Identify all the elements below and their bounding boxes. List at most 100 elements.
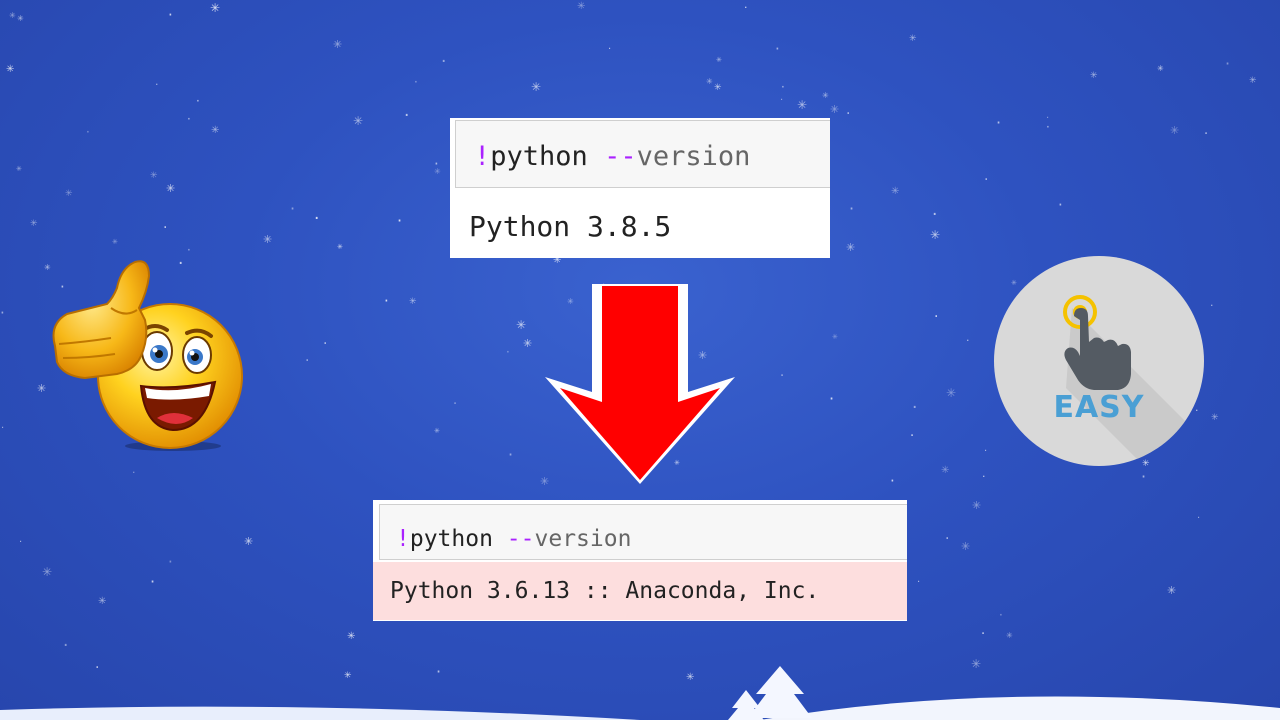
pine-tree-icon [728,666,812,720]
snowflake-icon: ✳ [941,465,950,476]
snowflake-icon: · [506,345,510,359]
snowflake-icon: · [846,106,851,122]
snowflake-icon: ✳ [263,233,273,246]
snowflake-icon: · [384,292,389,310]
snowflake-icon: · [1058,196,1063,214]
snowflake-icon: ✳ [714,83,722,93]
snowflake-icon: ✳ [333,38,343,51]
snowflake-icon: ✳ [409,297,417,307]
snowflake-icon: ✳ [65,189,73,199]
code-output-bottom-text: Python 3.6.13 :: Anaconda, Inc. [390,578,820,604]
snowflake-icon: · [775,40,780,58]
snowflake-icon: · [934,309,939,325]
snowflake-icon: · [744,1,748,14]
code-input-bottom[interactable]: !python --version [379,504,907,560]
snowflake-icon: · [19,537,23,548]
snowflake-icon: ✳ [1211,413,1219,423]
snowflake-icon: ✳ [9,11,16,20]
snowflake-icon: ✳ [6,64,15,75]
snowflake-icon: · [966,334,970,347]
snowflake-icon: · [999,608,1003,622]
snowflake-icon: · [917,577,921,588]
snowflake-icon: · [890,472,895,490]
snowflake-icon: · [187,243,191,257]
snowflake-icon: · [414,75,418,89]
snowflake-icon: · [945,531,950,547]
snowflake-icon: ✳ [16,165,22,173]
snowflake-icon: · [912,398,918,418]
code-output-bottom: Python 3.6.13 :: Anaconda, Inc. [373,562,907,620]
snowflake-icon: ✳ [347,631,356,642]
snowflake-icon: · [849,199,855,218]
code-text-bottom: !python --version [396,526,632,552]
snowflake-icon: · [163,220,168,236]
snowflake-icon: ✳ [30,219,38,229]
snowflake-icon: ✳ [516,318,527,332]
snowflake-icon: · [780,369,785,384]
snowflake-icon: ✳ [244,535,254,548]
notebook-cell-top: !python --version Python 3.8.5 [450,118,830,258]
snowflake-icon: ✳ [1006,631,1013,640]
snowflake-icon: ✳ [353,114,364,128]
snowflake-icon: ✳ [1157,64,1164,73]
snowflake-icon: ✳ [716,56,722,64]
snowflake-icon: ✳ [706,77,713,86]
snowflake-icon: · [1225,54,1231,73]
snowflake-icon: ✳ [150,171,158,181]
snowflake-icon: · [910,429,915,444]
snowflake-icon: · [168,553,173,571]
snowflake-icon: · [1197,513,1201,524]
snowflake-icon: ✳ [832,333,838,341]
snowflake-icon: · [441,52,447,72]
snowflake-icon: · [780,95,784,106]
snowflake-icon: · [982,470,986,483]
snowflake-icon: ✳ [434,427,440,435]
snowflake-icon: ✳ [211,125,220,136]
snowflake-icon: ✳ [17,14,24,23]
easy-badge: EASY [994,256,1204,466]
snowflake-icon: · [608,44,612,55]
snowflake-icon: · [829,389,835,408]
snowflake-icon: · [984,172,989,188]
snowflake-icon: · [132,466,136,479]
notebook-cell-bottom: !python --version Python 3.6.13 :: Anaco… [373,500,907,621]
snowflake-icon: · [1204,127,1209,142]
snowflake-icon: ✳ [210,1,221,15]
snowflake-icon: ✳ [930,228,941,242]
snowflake-icon: ✳ [523,337,533,350]
snowflake-icon: · [150,572,156,591]
snowflake-icon: ✳ [891,186,900,197]
snowflake-icon: · [63,636,69,656]
snowflake-icon: ✳ [822,91,829,100]
code-input-top[interactable]: !python --version [455,120,830,188]
snowflake-icon: ✳ [531,80,542,94]
down-arrow-icon [545,284,735,484]
snowflake-icon: · [196,94,200,108]
snowflake-icon: ✳ [98,596,107,607]
snowflake-icon: ✳ [961,540,971,553]
snowflake-icon: ✳ [1170,124,1180,137]
snowflake-icon: · [984,446,988,457]
tap-hand-icon [1063,295,1204,466]
snowflake-icon: · [508,445,514,464]
snowflake-icon: · [0,304,5,322]
snowflake-icon: ✳ [830,103,840,116]
snowflake-icon: ✳ [1090,71,1098,81]
thumbs-up-smiley-icon [52,260,243,451]
snowflake-icon: ✳ [42,565,53,579]
snowflake-icon: · [1,423,5,434]
snowflake-icon: · [404,106,410,126]
snowflake-icon: · [781,80,785,94]
easy-label: EASY [1053,390,1145,425]
snowflake-icon: ✳ [909,34,917,44]
snowflake-icon: · [1046,120,1050,134]
snowflake-icon: ✳ [166,182,176,195]
snowflake-icon: ✳ [337,243,343,251]
code-text-top: !python --version [474,141,751,172]
code-output-top: Python 3.8.5 [469,210,672,243]
snowflake-icon: · [996,113,1002,132]
snow-ground [0,666,1280,720]
snowflake-icon: · [168,6,173,24]
snowflake-icon: · [314,209,320,229]
snowflake-icon: ✳ [972,499,982,512]
